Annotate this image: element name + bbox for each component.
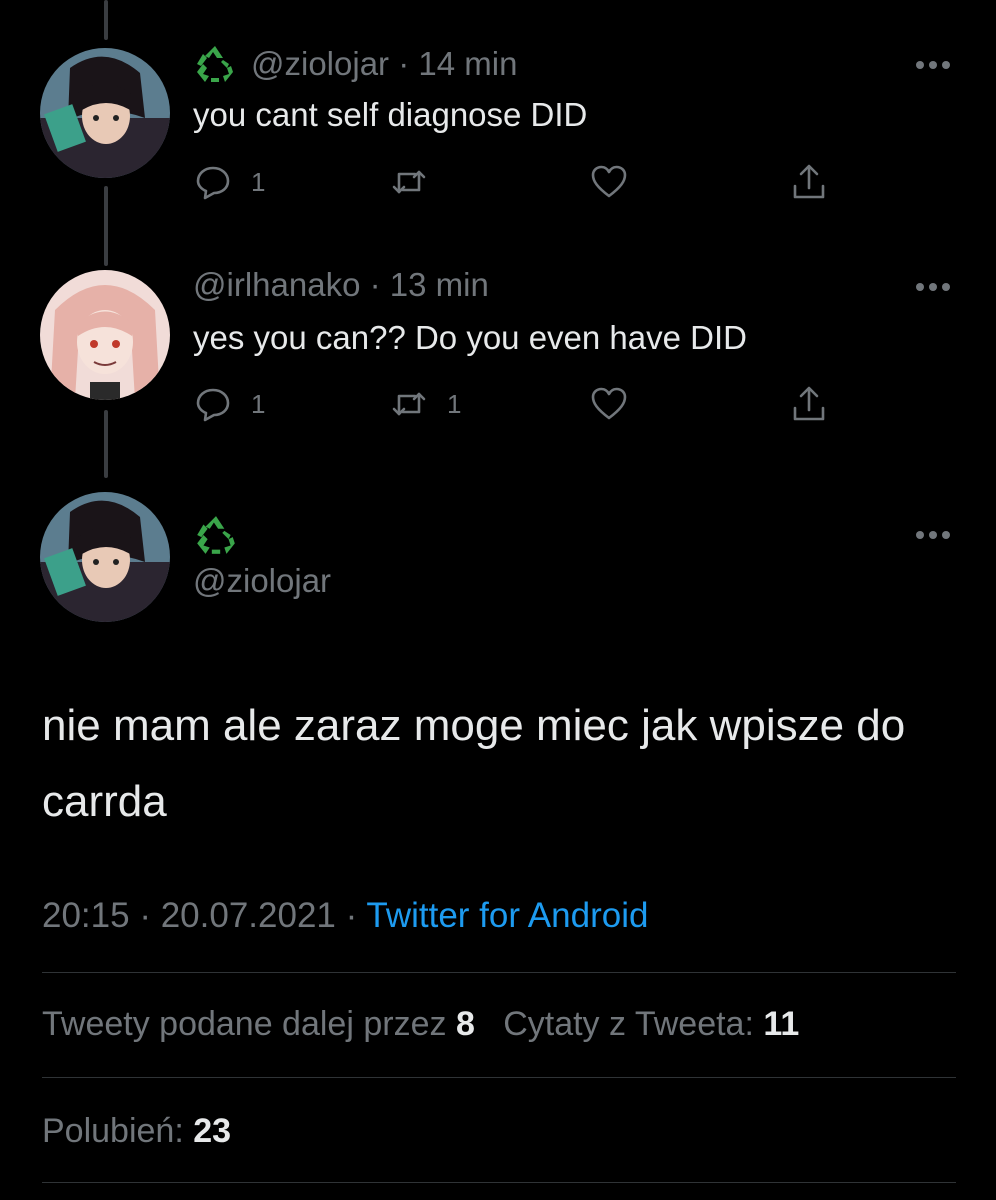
tweet-source-link[interactable]: Twitter for Android <box>366 896 648 935</box>
recycle-icon <box>193 514 239 556</box>
quotes-label: Cytaty z Tweeta: <box>503 1005 754 1043</box>
tweet-date: 20.07.2021 <box>160 896 336 935</box>
heart-icon <box>591 387 627 420</box>
reply-button[interactable]: 1 <box>193 384 265 424</box>
reply-count: 1 <box>251 388 266 419</box>
tweet-text: you cant self diagnose DID <box>193 96 588 133</box>
quotes-count: 11 <box>763 1005 800 1043</box>
likes-stat[interactable]: Polubień: 23 <box>42 1112 231 1151</box>
retweets-stat[interactable]: Tweety podane dalej przez 8 <box>42 1005 475 1043</box>
likes-count: 23 <box>193 1112 232 1150</box>
share-icon <box>793 386 825 421</box>
separator: · <box>139 896 151 935</box>
reply-icon <box>196 388 230 422</box>
tweet-meta: @ziolojar · 14 min <box>193 44 517 84</box>
retweet-button[interactable]: 1 <box>389 384 461 424</box>
divider <box>42 1077 956 1078</box>
retweets-label: Tweety podane dalej przez <box>42 1005 447 1043</box>
tweet-time: 20:15 <box>42 896 130 935</box>
thread-line <box>104 186 108 266</box>
share-button[interactable] <box>789 162 829 202</box>
tweet-time: 14 min <box>418 45 518 82</box>
tweet-timestamp: 20:15 · 20.07.2021 · Twitter for Android <box>42 896 648 936</box>
retweet-count: 1 <box>447 388 462 419</box>
recycle-icon <box>193 44 237 84</box>
more-options-icon[interactable] <box>915 58 951 70</box>
tweet-handle[interactable]: @ziolojar <box>193 562 331 600</box>
tweet-actions: 1 <box>193 162 843 208</box>
engagement-stats: Tweety podane dalej przez 8 Cytaty z Twe… <box>42 1005 799 1044</box>
avatar[interactable] <box>40 48 170 178</box>
quotes-stat[interactable]: Cytaty z Tweeta: 11 <box>503 1005 799 1043</box>
like-button[interactable] <box>589 384 629 424</box>
tweet-handle[interactable]: @irlhanako <box>193 266 360 304</box>
thread-line <box>104 410 108 478</box>
avatar[interactable] <box>40 492 170 622</box>
divider <box>42 972 956 973</box>
likes-label: Polubień: <box>42 1112 184 1150</box>
separator: · <box>345 896 358 935</box>
heart-icon <box>591 165 627 198</box>
reply-icon <box>196 166 230 200</box>
share-button[interactable] <box>789 384 829 424</box>
like-button[interactable] <box>589 162 629 202</box>
retweet-icon <box>392 392 426 416</box>
divider <box>42 1182 956 1183</box>
tweet-time: 13 min <box>389 266 489 303</box>
tweet-handle[interactable]: @ziolojar <box>251 45 389 83</box>
tweet-meta: @irlhanako · 13 min <box>193 266 489 304</box>
retweet-icon <box>392 170 426 194</box>
main-tweet-text: nie mam ale zaraz moge miec jak wpisze d… <box>42 701 906 826</box>
share-icon <box>793 164 825 199</box>
avatar[interactable] <box>40 270 170 400</box>
reply-button[interactable]: 1 <box>193 162 265 202</box>
tweet-text: yes you can?? Do you even have DID <box>193 319 747 356</box>
more-options-icon[interactable] <box>915 280 951 292</box>
more-options-icon[interactable] <box>915 528 951 540</box>
tweet-actions: 1 1 <box>193 384 843 430</box>
retweet-button[interactable] <box>389 162 447 202</box>
reply-count: 1 <box>251 166 266 197</box>
retweets-count: 8 <box>455 1005 475 1043</box>
thread-line <box>104 0 108 40</box>
